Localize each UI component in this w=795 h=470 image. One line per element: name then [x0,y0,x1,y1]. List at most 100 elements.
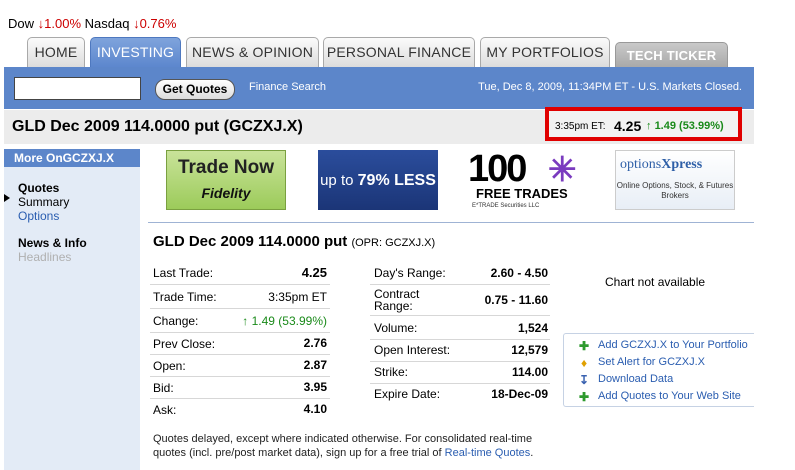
divider [148,222,754,223]
ad-optionsxpress[interactable]: optionsXpress Online Options, Stock, & F… [615,150,735,210]
row-divider [150,376,330,377]
fidelity-logo: Fidelity [201,185,251,201]
open-interest-label: Open Interest: [374,343,451,357]
add-quotes-website-link[interactable]: ✚ Add Quotes to Your Web Site [578,390,741,403]
chart-not-available: Chart not available [605,275,706,289]
tab-home[interactable]: HOME [27,37,85,67]
strike-label: Strike: [374,365,409,379]
contract-range-value: 0.75 - 11.60 [484,293,548,307]
change-value: ↑ 1.49 (53.99%) [210,314,327,328]
etrade-star-icon: ✳ [548,151,577,189]
open-value: 2.87 [303,358,327,372]
up-arrow-icon: ↑ [646,120,652,132]
open-interest-value: 12,579 [511,343,548,357]
volume-value: 1,524 [517,321,548,335]
plus-icon: ✚ [578,390,590,404]
row-divider [150,308,330,309]
tab-investing[interactable]: INVESTING [90,37,181,68]
ad-etrade-number: 100 [468,148,527,190]
ad-79-less[interactable]: up to 79% LESS [318,150,438,210]
set-alert-label[interactable]: Set Alert for GCZXJ.X [598,356,705,368]
title-bar: GLD Dec 2009 114.0000 put (GCZXJ.X) 3:35… [4,107,754,144]
ad-79-bold: 79% LESS [357,172,436,189]
row-divider [150,284,330,285]
tab-news-opinion[interactable]: NEWS & OPINION [186,37,319,67]
contract-range-label: Contract Range: [374,288,419,312]
nav-quotes[interactable]: Quotes [18,181,59,195]
ad-options-sub: Online Options, Stock, & Futures Brokers [616,181,734,200]
add-to-portfolio-link[interactable]: ✚ Add GCZXJ.X to Your Portfolio [578,339,748,352]
search-bar: Get Quotes Finance Search Tue, Dec 8, 20… [4,67,754,109]
set-alert-link[interactable]: ♦ Set Alert for GCZXJ.X [578,356,705,369]
quote-search-input[interactable] [14,77,141,100]
strike-value: 114.00 [511,365,548,379]
quote-change-value: 1.49 (53.99%) [654,120,724,132]
prev-close-value: 2.76 [303,336,327,350]
row-divider [370,315,550,316]
ask-label: Ask: [153,403,177,417]
dow-change: 1.00% [44,16,82,31]
prev-close-label: Prev Close: [153,337,216,351]
plus-icon: ✚ [578,339,590,353]
ask-value: 4.10 [303,402,327,416]
add-quotes-website-label[interactable]: Add Quotes to Your Web Site [598,390,741,402]
market-datetime: Tue, Dec 8, 2009, 11:34PM ET - U.S. Mark… [478,81,742,93]
pointer-arrow-icon [4,194,10,202]
left-nav-header: More OnGCZXJ.X [4,149,140,167]
bid-value: 3.95 [303,380,327,394]
realtime-quotes-link[interactable]: Real-time Quotes [445,447,531,459]
row-divider [150,332,330,333]
row-divider [370,339,550,340]
row-divider [370,361,550,362]
quote-heading: GLD Dec 2009 114.0000 put (OPR: GCZXJ.X) [153,233,435,250]
download-data-link[interactable]: ↧ Download Data [578,373,673,386]
ad-etrade[interactable]: 100 ✳ FREE TRADES E*TRADE Securities LLC [466,148,586,210]
download-data-label[interactable]: Download Data [598,373,673,385]
ad-79-pre: up to [320,172,354,189]
nasdaq-change: 0.76% [139,16,177,31]
get-quotes-button[interactable]: Get Quotes [155,79,235,100]
trade-time-label: Trade Time: [153,290,217,304]
quote-time: 3:35pm ET: [555,121,606,132]
last-trade-value: 4.25 [301,265,327,280]
quote-heading-text: GLD Dec 2009 114.0000 put [153,233,348,250]
ad-etrade-free: FREE TRADES [476,186,568,201]
ad-fidelity-headline: Trade Now [177,157,275,178]
add-to-portfolio-label[interactable]: Add GCZXJ.X to Your Portfolio [598,339,748,351]
expire-date-value: 18-Dec-09 [491,387,548,401]
quote-price: 4.25 [614,118,642,134]
nav-summary[interactable]: Summary [18,195,69,209]
nav-options[interactable]: Options [18,209,59,223]
left-nav: More OnGCZXJ.X Quotes Summary Options Ne… [4,149,140,470]
bid-label: Bid: [153,381,174,395]
trade-time-value: 3:35pm ET [268,290,327,304]
tab-my-portfolios[interactable]: MY PORTFOLIOS [480,37,610,67]
dow-label[interactable]: Dow [8,16,34,31]
ad-etrade-sec: E*TRADE Securities LLC [472,203,540,209]
change-label: Change: [153,314,199,328]
market-ticker: Dow ↓1.00% Nasdaq ↓0.76% [8,16,176,31]
bell-icon: ♦ [580,356,588,370]
expire-date-label: Expire Date: [374,387,441,401]
quote-highlight-box: 3:35pm ET: 4.25 ↑ 1.49 (53.99%) [545,107,742,141]
disclaimer-end: . [530,447,534,459]
quote-change: ↑ 1.49 (53.99%) [646,120,724,132]
change-value-text: 1.49 (53.99%) [251,314,327,328]
page-title: GLD Dec 2009 114.0000 put (GCZXJ.X) [12,118,303,135]
nasdaq-label[interactable]: Nasdaq [85,16,130,31]
tab-personal-finance[interactable]: PERSONAL FINANCE [323,37,475,67]
disclaimer: Quotes delayed, except where indicated o… [153,432,553,460]
tab-tech-ticker[interactable]: TECH TICKER [615,42,728,68]
up-arrow-icon: ↑ [242,314,249,328]
nav-headlines[interactable]: Headlines [18,250,71,264]
quote-heading-sub: (OPR: GCZXJ.X) [351,237,436,249]
nav-news-info[interactable]: News & Info [18,236,87,250]
finance-search-link[interactable]: Finance Search [249,81,326,93]
last-trade-label: Last Trade: [153,266,214,280]
ad-fidelity[interactable]: Trade Now Fidelity [166,150,286,210]
row-divider [150,354,330,355]
days-range-label: Day's Range: [374,266,446,280]
contract-range-label-2: Range: [374,299,413,313]
row-divider [150,398,330,399]
download-icon: ↧ [578,373,590,387]
